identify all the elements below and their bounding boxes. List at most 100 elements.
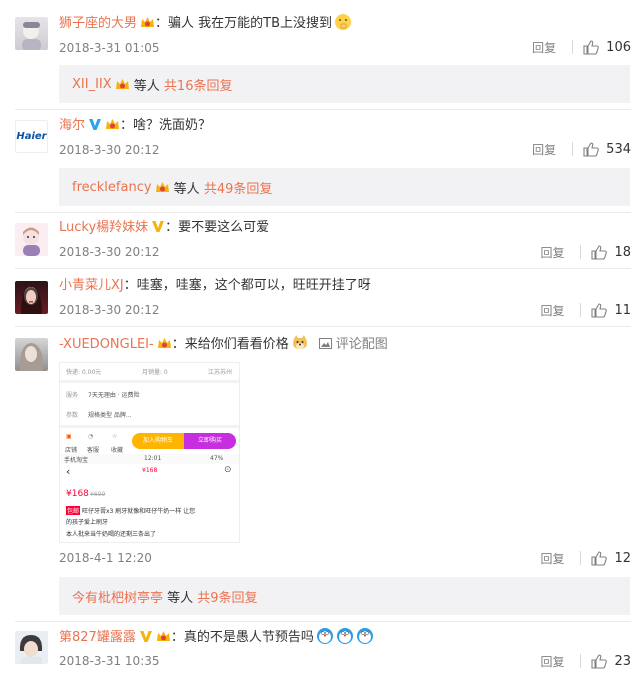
back-icon: ‹ <box>66 465 71 478</box>
like-count: 106 <box>606 39 631 55</box>
timestamp: 2018-3-30 20:12 <box>59 143 160 157</box>
reply-username[interactable]: XII_IIX <box>72 77 112 92</box>
comment-image[interactable]: 快递: 0.00元 月销量: 0 江苏苏州 服务 7天无理由 · 运费险 参数 … <box>59 362 240 543</box>
reply-count-link[interactable]: 共9条回复 <box>197 587 257 606</box>
comment-actions: 回复 534 <box>532 140 631 158</box>
divider <box>60 425 239 428</box>
comment-line: 第827罐露露 ：真的不是愚人节预告吗 <box>59 627 631 647</box>
avatar-image <box>19 343 44 371</box>
avatar-image <box>23 227 40 256</box>
shipping-text: 快递: 0.00元 <box>66 369 102 376</box>
divider <box>580 303 582 317</box>
comment-actions: 回复 12 <box>540 549 631 567</box>
reply-button[interactable]: 回复 <box>540 244 564 261</box>
vip-crown-icon[interactable] <box>157 336 172 351</box>
thumbs-up-icon[interactable] <box>591 653 608 669</box>
avatar[interactable] <box>15 223 48 256</box>
comment-actions: 回复 18 <box>540 243 631 261</box>
comment-text: ：哇塞，哇塞，这个都可以，旺旺开挂了呀 <box>123 278 371 293</box>
status-time: 12:01 <box>144 455 162 462</box>
thumbs-up-icon[interactable] <box>591 302 608 318</box>
divider <box>15 326 631 327</box>
thumbs-up-icon[interactable] <box>591 244 608 260</box>
vip-crown-icon <box>155 181 169 192</box>
comment-pic-label: 评论配图 <box>335 337 388 352</box>
doraemon-emoji-icon <box>356 628 373 644</box>
hush-emoji-icon <box>335 14 352 30</box>
comment-text: ：真的不是愚人节预告吗 <box>170 630 314 645</box>
reply-username[interactable]: frecklefancy <box>72 180 152 195</box>
avatar[interactable]: Haier <box>15 120 48 153</box>
username[interactable]: 小青菜儿XJ <box>59 278 124 293</box>
thumbs-up-icon[interactable] <box>583 39 600 55</box>
avatar[interactable] <box>15 338 48 371</box>
status-battery: 47% <box>210 455 224 462</box>
verified-v-icon[interactable] <box>88 117 102 131</box>
username[interactable]: Lucky楊羚妹妹 <box>59 220 148 235</box>
reply-username[interactable]: 今有枇杷树亭亭 <box>72 587 163 606</box>
thumbs-up-icon[interactable] <box>591 550 608 566</box>
comment-line: -XUEDONGLEI- ：来给你们看看价格 评论配图 <box>59 334 631 354</box>
divider <box>15 109 631 110</box>
service-icon-label: 客服 <box>87 447 100 454</box>
username[interactable]: 狮子座的大男 <box>59 16 137 31</box>
thumbs-up-icon[interactable] <box>583 141 600 157</box>
username[interactable]: 海尔 <box>59 118 85 133</box>
haier-logo: Haier <box>16 131 47 142</box>
param-text: 规格类型 品牌... <box>88 412 132 419</box>
sales-text: 月销量: 0 <box>142 369 168 376</box>
divider <box>580 654 582 668</box>
divider <box>572 142 574 156</box>
desc-line-3: 本人批来当牛奶喝的还剩三条出了 <box>66 531 157 538</box>
vip-crown-icon[interactable] <box>140 15 155 30</box>
divider <box>580 551 582 565</box>
shop-label: 店铺 <box>65 447 78 454</box>
price: ¥168 <box>66 489 89 499</box>
vip-crown-icon[interactable] <box>105 117 120 132</box>
add-to-cart-button: 加入购物车 <box>132 433 184 449</box>
original-price: ¥699 <box>90 491 106 498</box>
reply-etc-text: 等人 <box>129 78 164 94</box>
username[interactable]: -XUEDONGLEI- <box>59 337 154 352</box>
timestamp: 2018-3-30 20:12 <box>59 303 160 317</box>
doraemon-emoji-icon <box>336 628 353 644</box>
reply-button[interactable]: 回复 <box>532 39 556 56</box>
reply-summary[interactable]: frecklefancy 等人 共49条回复 <box>59 168 630 206</box>
verified-v-icon[interactable] <box>151 219 165 233</box>
reply-button[interactable]: 回复 <box>540 653 564 670</box>
avatar-image <box>19 635 43 664</box>
timestamp: 2018-3-31 10:35 <box>59 654 160 668</box>
avatar[interactable] <box>15 17 48 50</box>
reply-count-link[interactable]: 共16条回复 <box>164 75 233 94</box>
doge-emoji-icon <box>292 335 307 349</box>
reply-summary[interactable]: XII_IIX 等人 共16条回复 <box>59 65 630 103</box>
divider <box>15 212 631 213</box>
tag-badge: 包邮 <box>66 506 81 515</box>
reply-summary[interactable]: 今有枇杷树亭亭 等人 共9条回复 <box>59 577 630 615</box>
reply-button[interactable]: 回复 <box>540 302 564 319</box>
comment-line: 小青菜儿XJ：哇塞，哇塞，这个都可以，旺旺开挂了呀 <box>59 277 631 295</box>
timestamp: 2018-3-30 20:12 <box>59 245 160 259</box>
avatar[interactable] <box>15 631 48 664</box>
reply-count-link[interactable]: 共49条回复 <box>204 178 273 197</box>
buy-now-button: 立即购买 <box>184 433 236 449</box>
reply-button[interactable]: 回复 <box>540 550 564 567</box>
status-carrier: 手机淘宝 <box>64 457 89 464</box>
verified-v-icon[interactable] <box>139 629 153 643</box>
param-label: 参数 <box>66 412 79 419</box>
username[interactable]: 第827罐露露 <box>59 630 136 645</box>
vip-crown-icon[interactable] <box>156 629 171 644</box>
avatar-image <box>21 287 42 314</box>
comment-line: 海尔 ：啥？洗面奶？ <box>59 117 631 135</box>
comment-text: ：啥？洗面奶？ <box>120 118 212 133</box>
divider <box>572 40 574 54</box>
like-count: 534 <box>606 141 631 157</box>
comment-line: Lucky楊羚妹妹 ：要不要这么可爱 <box>59 219 631 237</box>
service-text: 7天无理由 · 运费险 <box>88 392 140 399</box>
comment-pic-link[interactable]: 评论配图 <box>318 337 388 352</box>
divider <box>60 380 239 383</box>
doraemon-emoji-icon <box>316 628 333 644</box>
reply-button[interactable]: 回复 <box>532 141 556 158</box>
comment-actions: 回复 11 <box>540 301 631 319</box>
avatar[interactable] <box>15 281 48 314</box>
